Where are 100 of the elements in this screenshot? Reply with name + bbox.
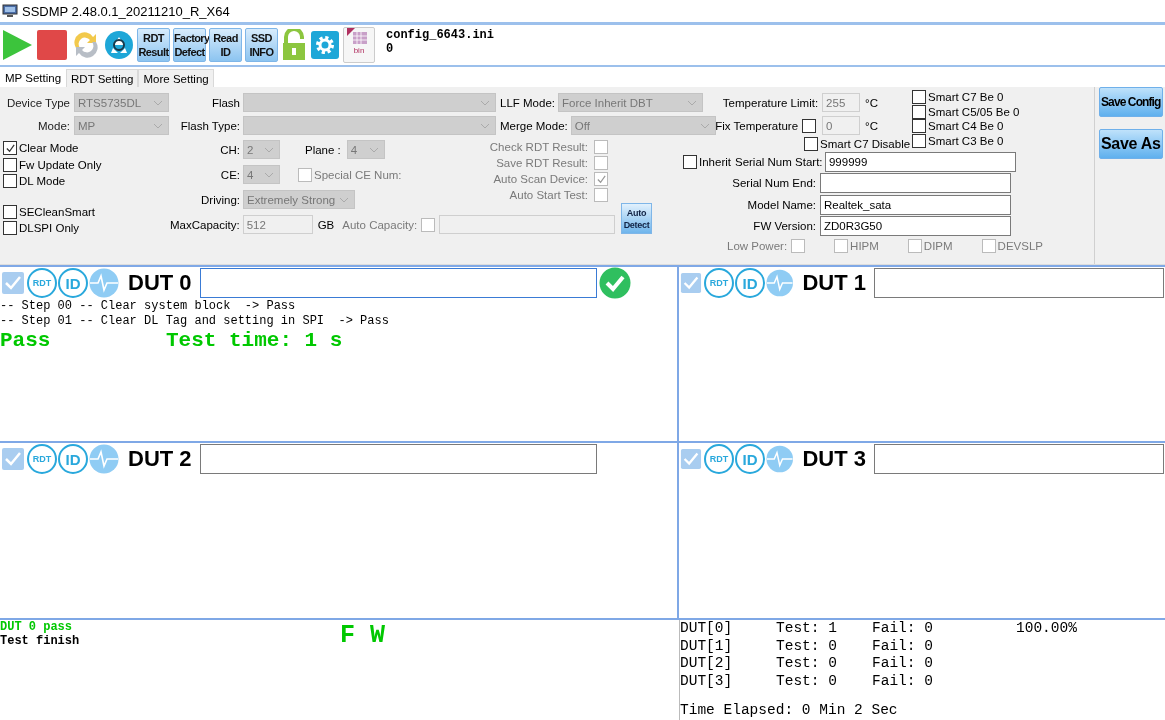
field-label: Serial Num End: bbox=[731, 177, 816, 190]
dut-label: DUT 2 bbox=[128, 446, 192, 472]
checkbox[interactable] bbox=[680, 271, 702, 295]
temperature-field[interactable]: 0 bbox=[822, 116, 861, 135]
checkbox[interactable] bbox=[680, 447, 702, 471]
id-button[interactable]: ID bbox=[58, 268, 88, 298]
id-button[interactable]: ID bbox=[734, 444, 765, 474]
window-title: SSDMP 2.48.0.1_20211210_R_X64 bbox=[22, 3, 230, 19]
channel-dropdown[interactable]: 2 bbox=[243, 140, 280, 159]
log-line: DUT 0 pass bbox=[0, 620, 73, 634]
checkbox[interactable] bbox=[594, 140, 608, 154]
driving-dropdown[interactable]: Extremely Strong bbox=[243, 190, 355, 209]
field-label: Merge Mode: bbox=[500, 119, 568, 132]
caret-icon bbox=[699, 122, 710, 129]
merge-mode-dropdown[interactable]: Off bbox=[570, 116, 716, 135]
checkbox[interactable] bbox=[981, 239, 996, 253]
rdt-button[interactable]: RDT bbox=[27, 268, 57, 298]
checkbox[interactable] bbox=[3, 204, 17, 219]
auto-capacity-field[interactable] bbox=[439, 215, 616, 234]
checkbox[interactable] bbox=[421, 217, 436, 232]
recycle-icon[interactable] bbox=[104, 30, 134, 60]
settings-icon[interactable] bbox=[310, 30, 340, 60]
rdt-button[interactable]: RDT bbox=[703, 444, 734, 474]
unit-label: GB bbox=[317, 218, 335, 231]
capacity-field[interactable]: 512 bbox=[242, 215, 313, 234]
checkbox[interactable] bbox=[3, 221, 17, 236]
serial-input[interactable] bbox=[199, 444, 597, 474]
waveform-icon[interactable] bbox=[765, 444, 794, 474]
checkbox[interactable] bbox=[912, 119, 926, 134]
checkbox[interactable] bbox=[594, 188, 608, 202]
checkbox[interactable] bbox=[1, 447, 25, 471]
field-label: Plane : bbox=[305, 143, 341, 156]
checkbox[interactable] bbox=[3, 141, 17, 156]
waveform-icon[interactable] bbox=[89, 268, 119, 298]
bin-file-icon[interactable]: bin bbox=[343, 27, 375, 63]
checkbox[interactable] bbox=[594, 172, 608, 186]
stop-icon[interactable] bbox=[36, 29, 68, 61]
rdt-button[interactable]: RDT bbox=[703, 268, 734, 298]
checkbox-label: Smart C7 Be 0 bbox=[928, 91, 1004, 104]
dut-name: DUT[0] bbox=[680, 620, 734, 638]
result-text: Pass bbox=[0, 329, 52, 353]
field-label: Flash Type: bbox=[179, 119, 240, 132]
text-field[interactable]: 999999 bbox=[824, 151, 1016, 172]
field-label: Flash bbox=[210, 96, 240, 109]
serial-input[interactable] bbox=[874, 268, 1164, 298]
save-button[interactable]: Save As bbox=[1099, 129, 1163, 159]
toolbar-button[interactable]: SSD INFO bbox=[245, 28, 278, 62]
mode-dropdown[interactable]: MP bbox=[74, 116, 169, 135]
save-button[interactable]: Save Config bbox=[1099, 87, 1163, 117]
checkbox[interactable] bbox=[298, 167, 312, 182]
checkbox[interactable] bbox=[683, 154, 697, 169]
checkbox[interactable] bbox=[912, 90, 926, 105]
id-button[interactable]: ID bbox=[58, 444, 88, 474]
lock-icon[interactable] bbox=[281, 29, 307, 61]
checkbox[interactable] bbox=[834, 239, 849, 253]
checkbox[interactable] bbox=[912, 104, 926, 119]
fail-count: Fail: 0 bbox=[872, 637, 934, 655]
tab[interactable]: More Setting bbox=[138, 69, 214, 87]
text-field[interactable]: ZD0R3G50 bbox=[820, 216, 1011, 237]
text-field[interactable]: Realtek_sata bbox=[820, 194, 1011, 215]
checkbox[interactable] bbox=[907, 239, 922, 253]
log-line: Test finish bbox=[0, 634, 81, 648]
checkbox-label: HIPM bbox=[850, 240, 879, 252]
llf-mode-dropdown[interactable]: Force Inherit DBT bbox=[558, 93, 703, 112]
play-icon[interactable] bbox=[1, 29, 33, 61]
field-label: Model Name: bbox=[746, 198, 816, 211]
checkbox-label: Fw Update Only bbox=[19, 158, 102, 171]
checkbox[interactable] bbox=[802, 118, 817, 133]
checkbox-label: Check RDT Result: bbox=[489, 141, 588, 153]
serial-input[interactable] bbox=[874, 444, 1164, 474]
waveform-icon[interactable] bbox=[765, 268, 794, 298]
field-label: LLF Mode: bbox=[500, 96, 555, 109]
waveform-icon[interactable] bbox=[89, 444, 119, 474]
checkbox[interactable] bbox=[1, 271, 25, 295]
auto-detect-button[interactable]: Auto Detect bbox=[621, 203, 652, 234]
tab[interactable]: RDT Setting bbox=[66, 69, 139, 87]
field-label: MaxCapacity: bbox=[170, 218, 240, 231]
ce-dropdown[interactable]: 4 bbox=[243, 165, 280, 184]
serial-input[interactable] bbox=[199, 268, 597, 298]
field-label: Auto Capacity: bbox=[342, 218, 418, 231]
checkbox[interactable] bbox=[3, 174, 17, 189]
checkbox-label: DIPM bbox=[923, 240, 953, 252]
checkbox-label: Clear Mode bbox=[19, 142, 79, 155]
fail-count: Fail: 0 bbox=[872, 672, 934, 690]
plane-dropdown[interactable]: 4 bbox=[346, 140, 385, 159]
checkbox[interactable] bbox=[804, 137, 818, 151]
toolbar-button[interactable]: RDT Result bbox=[137, 28, 170, 62]
rdt-button[interactable]: RDT bbox=[27, 444, 57, 474]
checkbox[interactable] bbox=[594, 156, 608, 170]
temperature-field[interactable]: 255 bbox=[822, 93, 861, 112]
toolbar-button[interactable]: Read ID bbox=[209, 28, 242, 62]
checkbox-label: Special CE Num: bbox=[314, 168, 402, 181]
checkbox[interactable] bbox=[912, 133, 926, 148]
id-button[interactable]: ID bbox=[734, 268, 765, 298]
checkbox[interactable] bbox=[3, 157, 17, 172]
checkbox[interactable] bbox=[791, 239, 806, 253]
field-label: Temperature Limit: bbox=[722, 96, 819, 109]
text-field[interactable] bbox=[820, 173, 1011, 194]
checkbox-label: Auto Start Test: bbox=[509, 189, 588, 201]
device-type-dropdown[interactable]: RTS5735DL bbox=[74, 93, 169, 112]
